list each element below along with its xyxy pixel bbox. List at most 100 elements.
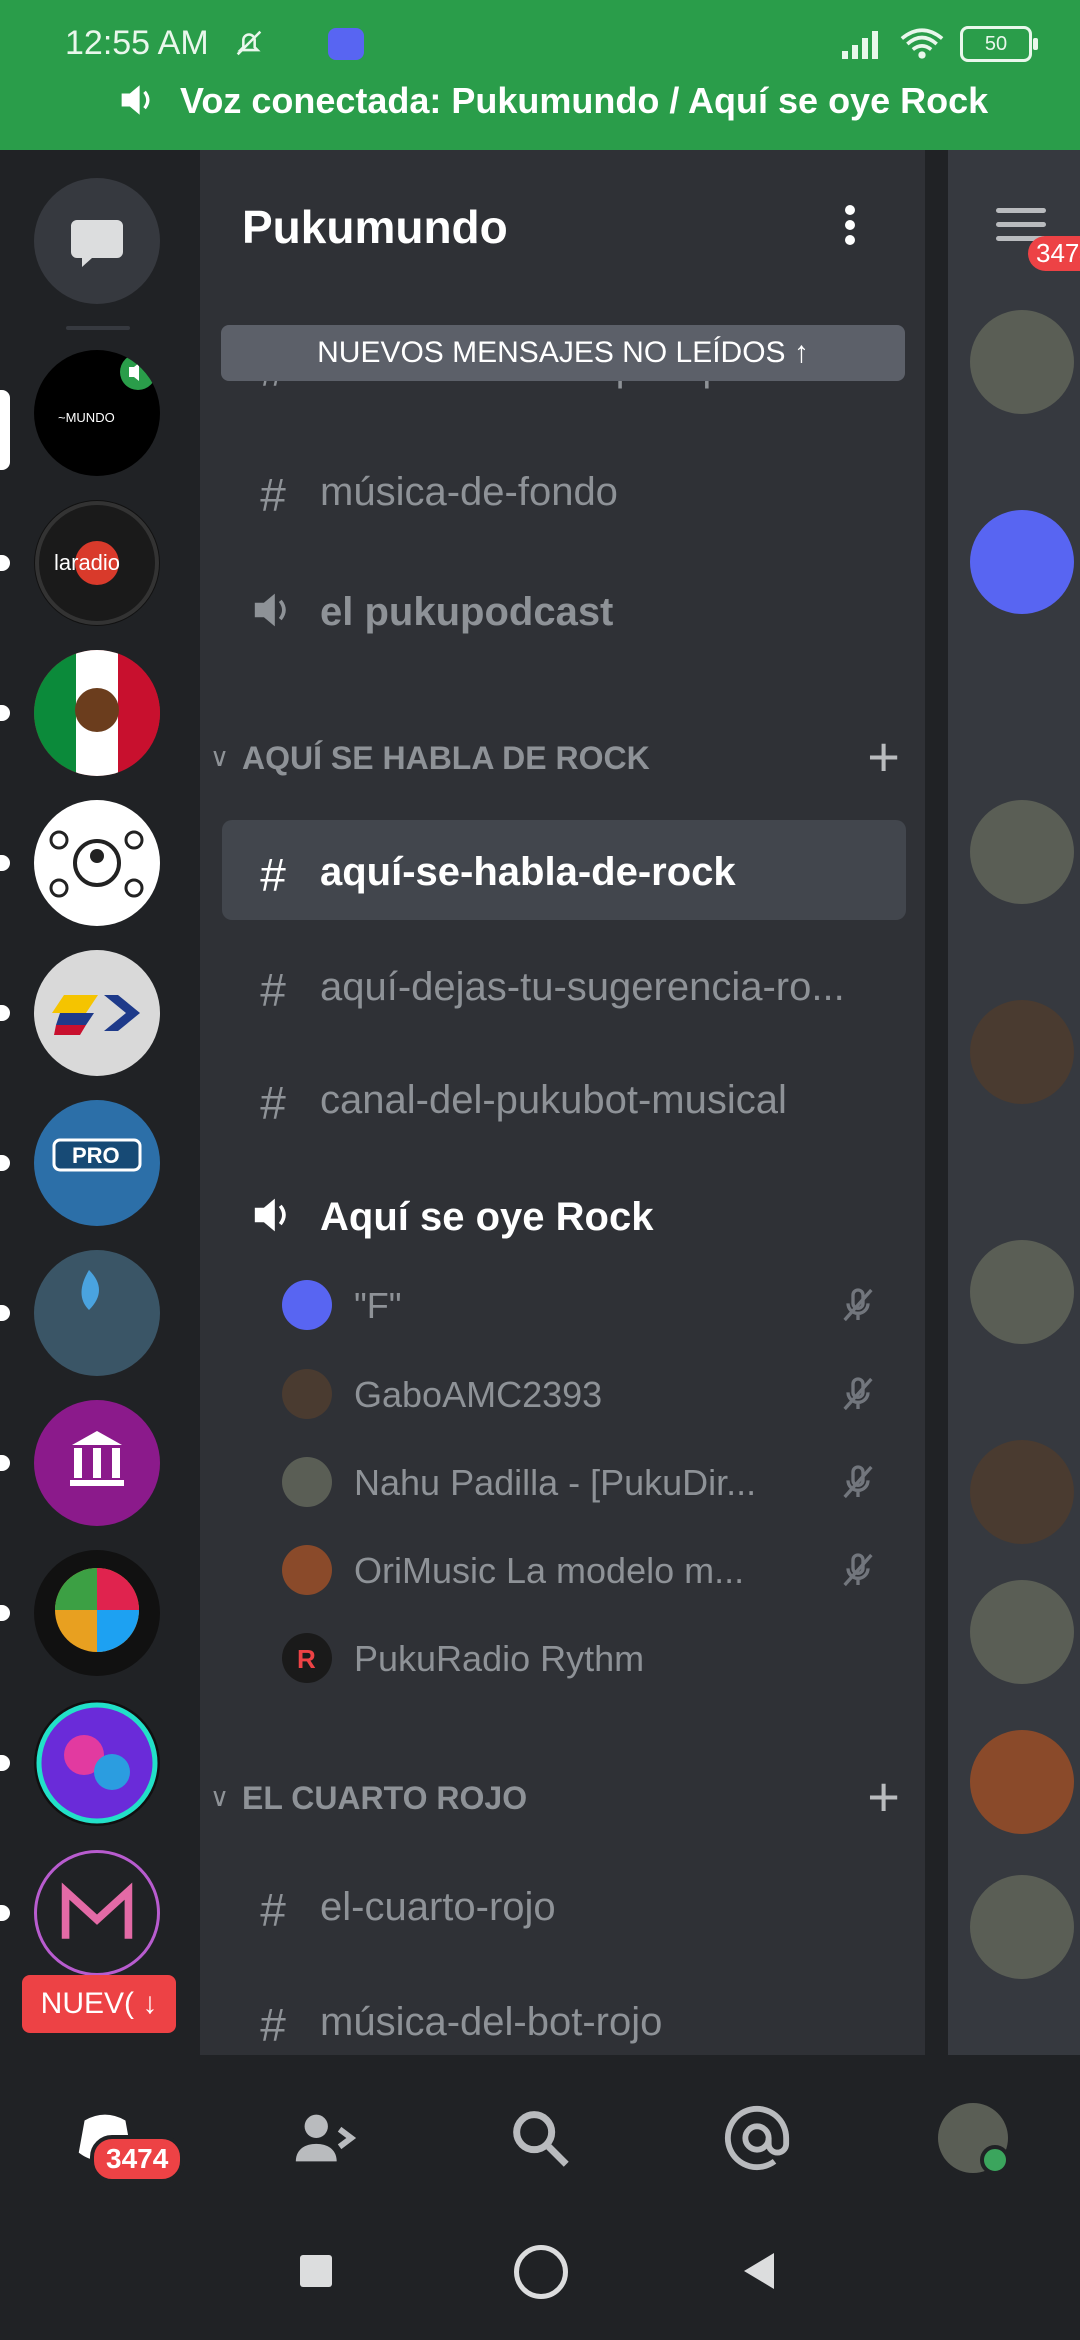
back-button[interactable]: [740, 2251, 776, 2291]
mic-muted-icon: [843, 1465, 873, 1499]
new-unreads-badge[interactable]: NUEV( ↓: [22, 1975, 176, 2033]
mentions-icon[interactable]: [722, 2103, 792, 2173]
avatar: [970, 800, 1074, 904]
rail-separator: [66, 326, 130, 330]
more-options-icon[interactable]: [840, 202, 860, 252]
voice-status-bar[interactable]: 12:55 AM 50 Voz conectada: Pukumundo / A…: [0, 0, 1080, 150]
profile-avatar[interactable]: [938, 2103, 1010, 2175]
channel-aqui-se-habla-de-rock[interactable]: # aquí-se-habla-de-rock: [222, 820, 906, 920]
unread-dot: [0, 855, 10, 871]
templo-logo: [70, 1431, 124, 1486]
mic-muted-icon: [843, 1288, 873, 1322]
server-templo[interactable]: [34, 1400, 160, 1526]
add-channel-icon[interactable]: +: [867, 724, 900, 789]
compass-logo: [36, 1702, 158, 1824]
avatar: [282, 1457, 332, 1507]
mic-muted-icon: [843, 1377, 873, 1411]
unread-dot: [0, 1305, 10, 1321]
unread-dot: [0, 1605, 10, 1621]
chevron-down-icon: ∨: [210, 742, 230, 772]
voice-channel-aqui-se-oye-rock[interactable]: Aquí se oye Rock: [222, 1165, 906, 1265]
m-logo: [61, 1882, 133, 1939]
avatar: [970, 1240, 1074, 1344]
voice-user[interactable]: GaboAMC2393: [282, 1354, 892, 1434]
hash-locked-icon: #: [260, 1077, 286, 1129]
hash-locked-icon: #: [260, 1999, 286, 2051]
battery-icon: 50: [960, 26, 1038, 62]
svg-text:~MUNDO: ~MUNDO: [58, 410, 115, 425]
avatar: [970, 1580, 1074, 1684]
chat-bubble-icon: [71, 220, 123, 267]
new-unread-messages-banner[interactable]: NUEVOS MENSAJES NO LEÍDOS ↑: [221, 325, 905, 381]
channel-musica-de-fondo[interactable]: # música-de-fondo: [222, 440, 906, 540]
search-icon[interactable]: [505, 2103, 575, 2173]
server-pukumundo[interactable]: ~MUNDO: [34, 350, 160, 476]
svg-text:R: R: [297, 1644, 316, 1674]
hash-icon: #: [260, 849, 286, 901]
signal-icon: [842, 31, 878, 59]
selected-server-pill: [0, 390, 10, 470]
bell-off-icon: [236, 30, 262, 56]
channel-el-cuarto-rojo[interactable]: # el-cuarto-rojo: [222, 1855, 906, 1955]
home-button[interactable]: [514, 2245, 568, 2299]
unread-dot: [0, 1905, 10, 1921]
avatar: [282, 1545, 332, 1595]
server-m[interactable]: [34, 1850, 160, 1976]
network-logo: [49, 830, 144, 898]
avatar: [970, 1875, 1074, 1979]
unread-dot: [0, 1155, 10, 1171]
category-el-cuarto-rojo[interactable]: ∨ EL CUARTO ROJO +: [210, 1765, 900, 1830]
speaker-icon: [254, 593, 286, 627]
status-time: 12:55 AM: [65, 24, 209, 62]
avatar: R: [282, 1633, 332, 1683]
category-aqui-se-habla-de-rock[interactable]: ∨ AQUÍ SE HABLA DE ROCK +: [210, 725, 900, 790]
discord-notification-icon: [328, 28, 364, 60]
voice-connected-text: Voz conectada: Pukumundo / Aquí se oye R…: [180, 80, 989, 121]
server-compass[interactable]: [34, 1700, 160, 1826]
chevron-down-icon: ∨: [210, 1782, 230, 1812]
add-channel-icon[interactable]: +: [867, 1764, 900, 1829]
voice-user[interactable]: R PukuRadio Rythm: [282, 1618, 892, 1698]
server-rail: ~MUNDO laradio PRO NUEV(↓: [0, 150, 200, 2055]
android-navigation-bar: [0, 2215, 1080, 2340]
unread-badge: 3474: [1028, 236, 1080, 271]
chat-preview-pane[interactable]: 3474: [948, 150, 1080, 2055]
server-laradio[interactable]: laradio: [34, 500, 160, 626]
voice-user[interactable]: "F": [282, 1265, 892, 1345]
channel-aqui-dejas-tu-sugerencia[interactable]: # aquí-dejas-tu-sugerencia-ro...: [222, 935, 906, 1035]
online-status-dot: [980, 2145, 1010, 2175]
direct-messages-button[interactable]: [34, 178, 160, 304]
hash-locked-icon: #: [260, 469, 286, 521]
voice-user[interactable]: OriMusic La modelo m...: [282, 1530, 892, 1610]
speaker-icon: [254, 1198, 286, 1232]
server-venezuela-hive[interactable]: [34, 950, 160, 1076]
avatar: [970, 310, 1074, 414]
pukumundo-logo: ~MUNDO: [58, 354, 156, 425]
avatar: [970, 1000, 1074, 1104]
avatar: [970, 1440, 1074, 1544]
speaker-icon: [121, 85, 150, 115]
server-network[interactable]: [34, 800, 160, 926]
home-badge: 3474: [90, 2135, 185, 2183]
server-hive-mexico[interactable]: [34, 650, 160, 776]
hive-mexico-logo: [34, 650, 160, 776]
voice-user[interactable]: Nahu Padilla - [PukuDir...: [282, 1442, 892, 1522]
guild-name[interactable]: Pukumundo: [242, 200, 508, 254]
hash-icon: #: [260, 964, 286, 1016]
channel-musica-del-bot-rojo[interactable]: # música-del-bot-rojo: [222, 1970, 906, 2055]
recents-button[interactable]: [300, 2255, 332, 2287]
steem-music-logo: [81, 1270, 99, 1310]
server-steem-music[interactable]: [34, 1250, 160, 1376]
pro-logo: PRO: [52, 1138, 142, 1172]
avatar: [970, 510, 1074, 614]
avatar: [282, 1369, 332, 1419]
mic-muted-icon: [843, 1553, 873, 1587]
avatar: [282, 1280, 332, 1330]
server-rf[interactable]: [34, 1550, 160, 1676]
channel-canal-del-pukubot-musical[interactable]: # canal-del-pukubot-musical: [222, 1048, 906, 1148]
friends-icon[interactable]: [290, 2103, 360, 2173]
voice-channel-el-pukupodcast[interactable]: el pukupodcast: [222, 560, 906, 660]
hash-icon: #: [260, 1884, 286, 1936]
rf-logo: [55, 1568, 139, 1652]
server-pro[interactable]: PRO: [34, 1100, 160, 1226]
